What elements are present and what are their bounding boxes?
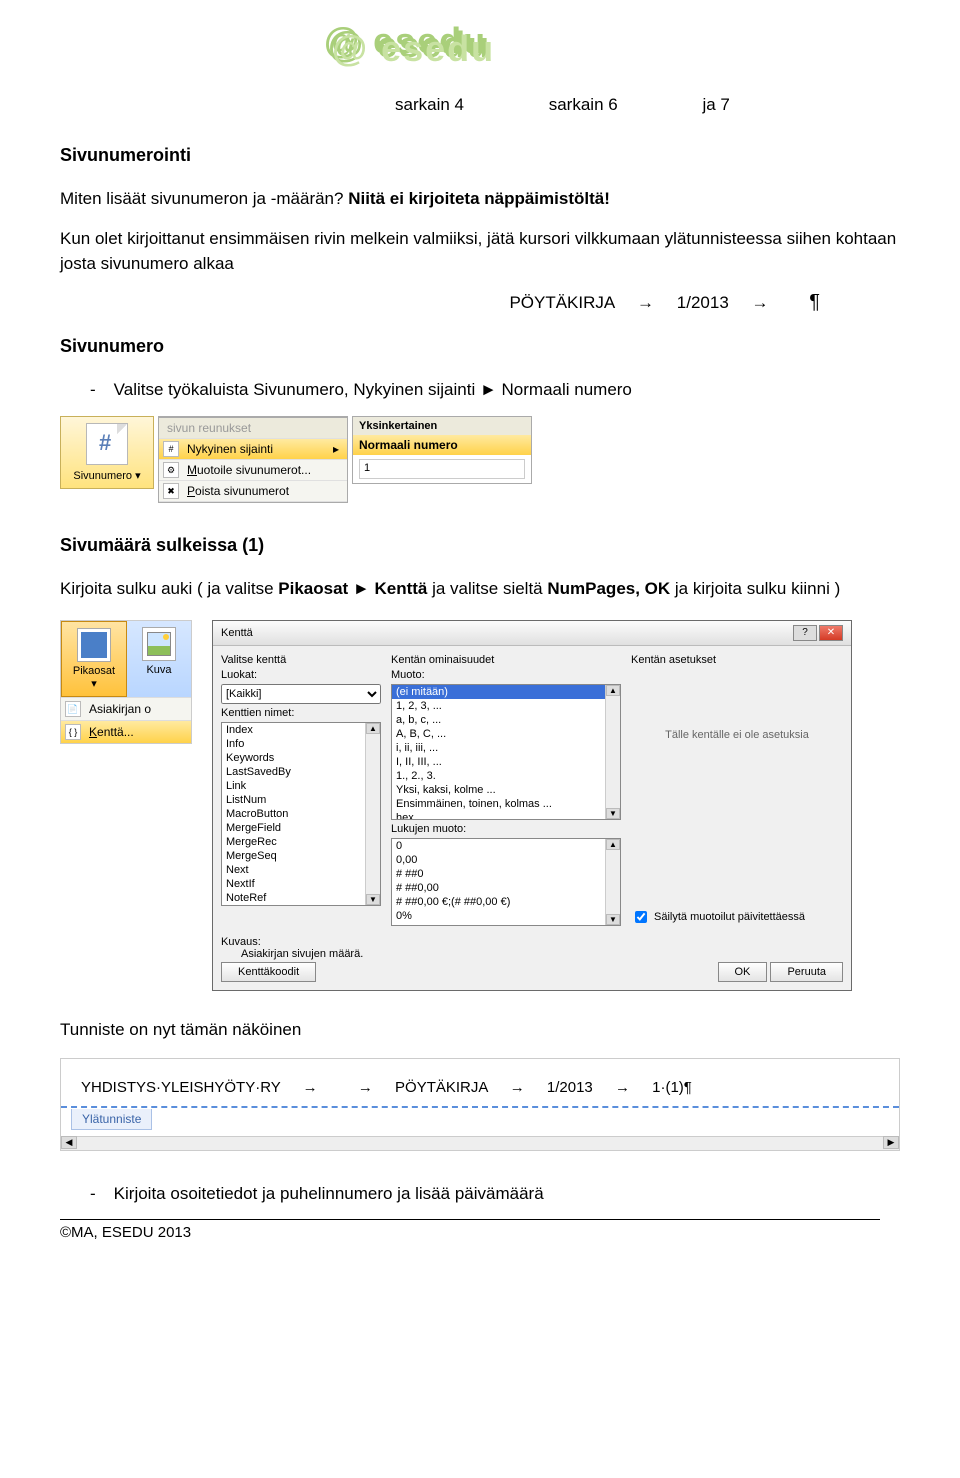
numfmt-item[interactable]: 0,00% — [392, 923, 620, 926]
field-item[interactable]: MergeField — [222, 821, 380, 835]
field-item[interactable]: MergeSeq — [222, 849, 380, 863]
field-item[interactable]: LastSavedBy — [222, 765, 380, 779]
label-kuvaus: Kuvaus: — [221, 936, 261, 948]
format-item[interactable]: Ensimmäinen, toinen, kolmas ... — [392, 797, 620, 811]
submenu-preview: 1 — [359, 459, 525, 479]
format-item[interactable]: A, B, C, ... — [392, 727, 620, 741]
heading-sivunumero: Sivunumero — [60, 336, 900, 357]
screenshot-pagenumber-menu: # Sivunumero ▾ sivun reunukset #Nykyinen… — [60, 416, 900, 503]
bullet-osoitetiedot: Kirjoita osoitetiedot ja puhelinnumero j… — [90, 1181, 900, 1207]
numfmt-item[interactable]: 0 — [392, 839, 620, 853]
field-item[interactable]: NoteRef — [222, 891, 380, 905]
scrollbar[interactable] — [61, 1136, 899, 1150]
format-item[interactable]: 1, 2, 3, ... — [392, 699, 620, 713]
checkbox-sailyta[interactable]: Säilytä muotoilut päivitettäessä — [631, 908, 843, 926]
header-strip: YHDISTYS·YLEISHYÖTY·RY → → PÖYTÄKIRJA → … — [61, 1059, 899, 1108]
menu-item-disabled: sivun reunukset — [159, 417, 347, 439]
header-tab-label: Ylätunniste — [71, 1109, 152, 1130]
label-muoto: Muoto: — [391, 669, 621, 681]
submenu-header: Yksinkertainen — [353, 417, 531, 435]
label-ominaisuudet: Kentän ominaisuudet — [391, 654, 621, 666]
numfmt-item[interactable]: # ##0,00 €;(# ##0,00 €) — [392, 895, 620, 909]
menu-item-asiakirjan[interactable]: 📄Asiakirjan o — [61, 697, 191, 720]
field-item[interactable]: Link — [222, 779, 380, 793]
ribbon-button-sivunumero[interactable]: # Sivunumero ▾ — [60, 416, 154, 489]
header-example-1: PÖYTÄKIRJA → 1/2013 → ¶ — [60, 291, 900, 314]
field-item[interactable]: MergeRec — [222, 835, 380, 849]
submenu-normaali-numero[interactable]: Normaali numero — [353, 435, 531, 455]
screenshot-final-header: YHDISTYS·YLEISHYÖTY·RY → → PÖYTÄKIRJA → … — [60, 1058, 900, 1151]
format-item[interactable]: Yksi, kaksi, kolme ... — [392, 783, 620, 797]
pagenumber-dropdown-menu: sivun reunukset #Nykyinen sijainti▸ ⚙MMu… — [158, 416, 348, 503]
intro-paragraph: Miten lisäät sivunumeron ja -määrän? Nii… — [60, 186, 900, 212]
bullet-choose-pagenumber: Valitse työkaluista Sivunumero, Nykyinen… — [90, 377, 900, 403]
listbox-fields[interactable]: IndexInfoKeywordsLastSavedByLinkListNumM… — [221, 722, 381, 906]
dialog-titlebar: Kenttä ? ✕ — [213, 621, 851, 646]
screenshot-pikaosat-ribbon: Pikaosat▾ Kuva 📄Asiakirjan o { }Kenttä..… — [60, 620, 192, 744]
field-item[interactable]: Index — [222, 723, 380, 737]
numfmt-item[interactable]: # ##0 — [392, 867, 620, 881]
label-luokat: Luokat: — [221, 669, 381, 681]
field-item[interactable]: NumChars — [222, 905, 380, 906]
instruction-pikaosat: Kirjoita sulku auki ( ja valitse Pikaosa… — [60, 576, 900, 602]
menu-item-kentta[interactable]: { }Kenttä... — [61, 720, 191, 743]
field-item[interactable]: Next — [222, 863, 380, 877]
numfmt-item[interactable]: 0% — [392, 909, 620, 923]
field-item[interactable]: ListNum — [222, 793, 380, 807]
button-peruuta[interactable]: Peruuta — [770, 962, 843, 982]
select-luokat[interactable]: [Kaikki] — [221, 684, 381, 704]
label-kentat: Kenttien nimet: — [221, 707, 381, 719]
heading-sivumaara: Sivumäärä sulkeissa (1) — [60, 535, 900, 556]
page-number-icon: # — [86, 423, 128, 465]
format-item[interactable]: (ei mitään) — [392, 685, 620, 699]
format-item[interactable]: I, II, III, ... — [392, 755, 620, 769]
close-button[interactable]: ✕ — [819, 625, 843, 641]
format-item[interactable]: hex — [392, 811, 620, 820]
kuvaus-text: Asiakirjan sivujen määrä. — [241, 948, 363, 960]
field-item[interactable]: Keywords — [222, 751, 380, 765]
label-valitse-kentta: Valitse kenttä — [221, 654, 381, 666]
field-dialog: Kenttä ? ✕ Valitse kenttä Luokat: [Kaikk… — [212, 620, 852, 991]
field-item[interactable]: Info — [222, 737, 380, 751]
listbox-numformats[interactable]: 00,00# ##0# ##0,00# ##0,00 €;(# ##0,00 €… — [391, 838, 621, 926]
numfmt-item[interactable]: 0,00 — [392, 853, 620, 867]
format-item[interactable]: i, ii, iii, ... — [392, 741, 620, 755]
heading-tunniste: Tunniste on nyt tämän näköinen — [60, 1017, 900, 1043]
format-item[interactable]: a, b, c, ... — [392, 713, 620, 727]
field-item[interactable]: MacroButton — [222, 807, 380, 821]
tab-indicator-line: sarkain 4 sarkain 6 ja 7 — [395, 95, 900, 115]
menu-item-nykyinen-sijainti[interactable]: #Nykyinen sijainti▸ — [159, 439, 347, 460]
button-kenttakoodit[interactable]: Kenttäkoodit — [221, 962, 316, 982]
menu-item-poista[interactable]: ✖Poista sivunumerot — [159, 481, 347, 502]
picture-icon — [142, 627, 176, 661]
button-ok[interactable]: OK — [718, 962, 768, 982]
numfmt-item[interactable]: # ##0,00 — [392, 881, 620, 895]
logo: @ esedu @ esedu @ esedu — [320, 20, 520, 80]
listbox-formats[interactable]: (ei mitään)1, 2, 3, ...a, b, c, ...A, B,… — [391, 684, 621, 820]
heading-sivunumerointi: Sivunumerointi — [60, 145, 900, 166]
pagenumber-submenu: Yksinkertainen Normaali numero 1 — [352, 416, 532, 484]
format-item[interactable]: 1., 2., 3. — [392, 769, 620, 783]
ribbon-button-pikaosat[interactable]: Pikaosat▾ — [61, 621, 127, 697]
ribbon-button-kuva[interactable]: Kuva — [127, 621, 191, 697]
no-settings-text: Tälle kentälle ei ole asetuksia — [631, 729, 843, 741]
quickparts-icon — [77, 628, 111, 662]
label-lukujen-muoto: Lukujen muoto: — [391, 823, 621, 835]
field-item[interactable]: NextIf — [222, 877, 380, 891]
instruction-paragraph: Kun olet kirjoittanut ensimmäisen rivin … — [60, 226, 900, 277]
page-footer: ©MA, ESEDU 2013 — [60, 1219, 880, 1241]
menu-item-muotoile[interactable]: ⚙MMuotoile sivunumerot...uotoile sivunum… — [159, 460, 347, 481]
label-asetukset: Kentän asetukset — [631, 654, 843, 666]
help-button[interactable]: ? — [793, 625, 817, 641]
